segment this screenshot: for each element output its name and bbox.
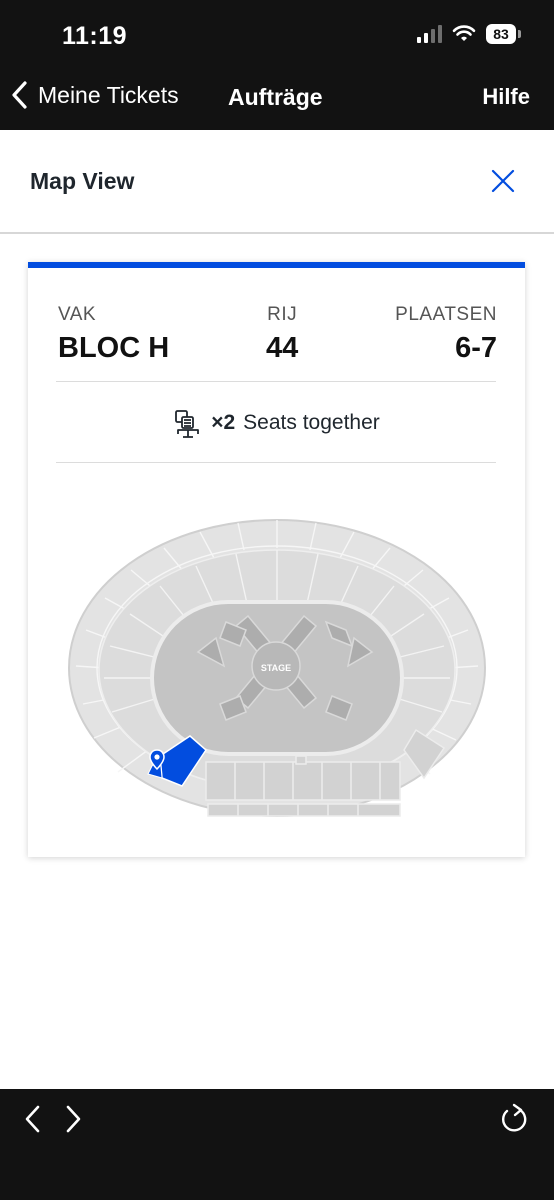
ticket-card: VAK BLOC H RIJ 44 PLAATSEN 6-7 ×2 Seats … bbox=[28, 262, 525, 857]
back-nav-button[interactable] bbox=[22, 1103, 44, 1140]
sheet-header: Map View bbox=[0, 130, 554, 234]
seats-together-count: ×2 bbox=[211, 411, 236, 434]
wifi-icon bbox=[452, 25, 476, 41]
forward-nav-button[interactable] bbox=[62, 1103, 84, 1140]
sheet-title: Map View bbox=[30, 168, 135, 194]
divider bbox=[56, 381, 496, 382]
battery-indicator: 83 bbox=[486, 24, 521, 44]
status-time: 11:19 bbox=[62, 22, 128, 50]
floor-blocks bbox=[205, 755, 401, 817]
seats-label: PLAATSEN bbox=[395, 304, 497, 325]
row-label: RIJ bbox=[267, 304, 298, 325]
row-column: RIJ 44 bbox=[266, 304, 298, 365]
arrow-right-icon bbox=[66, 1105, 81, 1133]
bottom-toolbar bbox=[0, 1089, 554, 1200]
seats-value: 6-7 bbox=[455, 332, 497, 364]
close-button[interactable] bbox=[488, 166, 518, 196]
chevron-left-icon bbox=[12, 81, 27, 109]
top-bar: 11:19 83 Meine Tickets Aufträge Hilfe bbox=[0, 0, 554, 130]
section-value: BLOC H bbox=[58, 332, 170, 364]
reload-icon bbox=[502, 1103, 527, 1132]
venue-map[interactable]: STAGE bbox=[68, 518, 488, 823]
help-link[interactable]: Hilfe bbox=[482, 84, 530, 110]
stage-label: STAGE bbox=[261, 663, 291, 673]
seats-together-text: Seats together bbox=[243, 411, 380, 434]
cellular-signal-icon bbox=[417, 25, 442, 43]
reload-button[interactable] bbox=[498, 1101, 530, 1142]
page-title: Aufträge bbox=[228, 84, 323, 110]
close-icon bbox=[491, 169, 515, 193]
divider bbox=[56, 462, 496, 463]
back-button[interactable]: Meine Tickets bbox=[10, 80, 179, 110]
seats-column: PLAATSEN 6-7 bbox=[395, 304, 497, 365]
section-label: VAK bbox=[58, 304, 97, 325]
seats-together-icon bbox=[175, 410, 200, 438]
back-button-label: Meine Tickets bbox=[38, 81, 179, 108]
row-value: 44 bbox=[266, 332, 299, 364]
seats-together-info: ×2 Seats together bbox=[28, 408, 525, 438]
arrow-left-icon bbox=[25, 1105, 40, 1133]
status-icons: 83 bbox=[417, 24, 521, 44]
section-column: VAK BLOC H bbox=[58, 304, 169, 365]
